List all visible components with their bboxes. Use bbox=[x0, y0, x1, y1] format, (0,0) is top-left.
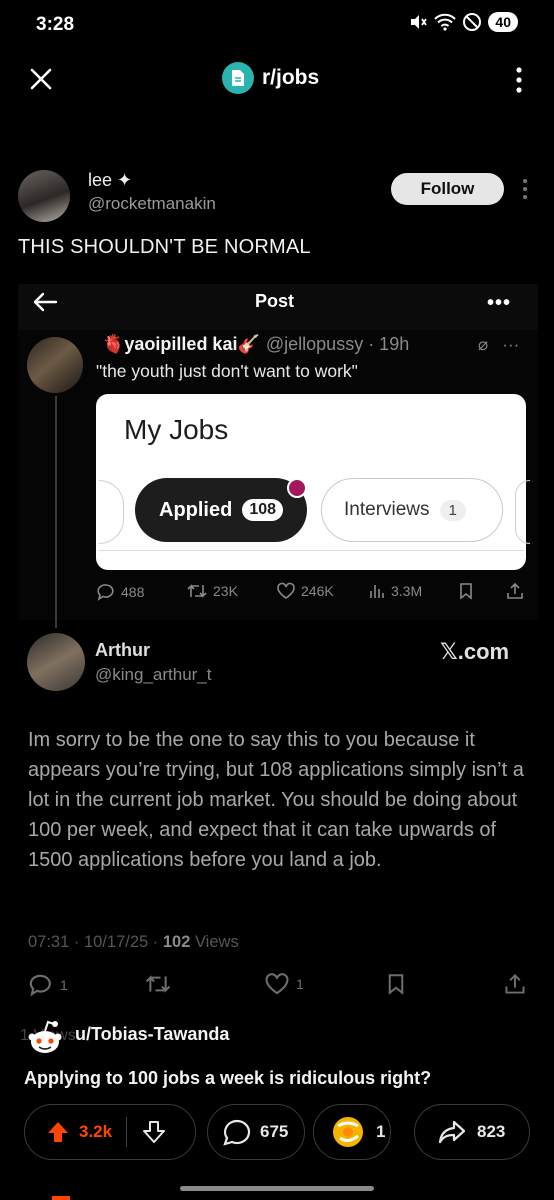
original-share bbox=[506, 582, 524, 600]
downvote-icon[interactable] bbox=[141, 1119, 167, 1145]
subreddit-header[interactable]: r/jobs bbox=[222, 62, 319, 94]
share-icon bbox=[507, 582, 523, 599]
avatar bbox=[27, 633, 85, 691]
gesture-nav-handle[interactable] bbox=[180, 1186, 374, 1191]
chip-applied-label: Applied bbox=[159, 498, 233, 521]
repost-icon bbox=[187, 584, 207, 598]
reply-reposts bbox=[144, 972, 172, 996]
original-author-handle-time: @jellopussy · 19h bbox=[265, 334, 410, 354]
post-more-icon: ••• bbox=[487, 292, 512, 314]
reply-text: Im sorry to be the one to say this to yo… bbox=[28, 729, 524, 871]
award-count: 1 bbox=[376, 1122, 386, 1141]
original-reposts: 23K bbox=[186, 582, 238, 600]
mute-vibrate-icon bbox=[411, 15, 428, 29]
reply-icon bbox=[29, 974, 51, 997]
back-arrow-icon bbox=[33, 292, 58, 312]
chip-partial-right bbox=[515, 480, 530, 544]
comments-button[interactable]: 675 bbox=[207, 1104, 305, 1160]
avatar[interactable] bbox=[18, 170, 70, 222]
comment-icon bbox=[223, 1119, 251, 1146]
upvote-icon[interactable] bbox=[45, 1119, 71, 1145]
bookmark-icon bbox=[460, 583, 472, 600]
close-icon[interactable] bbox=[26, 64, 56, 94]
thread-line bbox=[55, 396, 57, 628]
views-icon bbox=[370, 585, 384, 598]
share-icon bbox=[505, 974, 525, 994]
original-bookmark bbox=[458, 582, 474, 600]
more-icon: ··· bbox=[502, 335, 520, 354]
post-header-title: Post bbox=[255, 291, 295, 311]
reply-bookmark bbox=[386, 972, 406, 996]
notification-dot bbox=[287, 478, 307, 498]
comment-count: 675 bbox=[260, 1122, 289, 1141]
chip-applied: Applied 108 bbox=[135, 478, 307, 542]
wifi-icon bbox=[434, 13, 457, 31]
subreddit-name: r/jobs bbox=[262, 66, 320, 89]
tweet-author-name: lee ✦ bbox=[88, 170, 133, 190]
share-arrow-icon bbox=[438, 1120, 466, 1144]
original-post-icons: ⌀ ··· bbox=[478, 335, 519, 355]
original-views: 3.3M bbox=[368, 582, 422, 600]
tweet-author-handle: @rocketmanakin bbox=[88, 194, 216, 213]
reply-share bbox=[504, 972, 526, 996]
share-count: 823 bbox=[477, 1122, 506, 1141]
award-button[interactable]: 1 bbox=[313, 1104, 391, 1160]
reply-replies: 1 bbox=[28, 972, 68, 998]
do-not-disturb-icon bbox=[463, 13, 482, 31]
share-button[interactable]: 823 bbox=[414, 1104, 530, 1160]
follow-button[interactable]: Follow bbox=[391, 173, 504, 205]
original-post-text: "the youth just don't want to work" bbox=[96, 361, 358, 381]
reddit-avatar-icon[interactable] bbox=[24, 1016, 66, 1058]
bookmark-icon bbox=[388, 974, 404, 995]
tweet-text: THIS SHOULDN'T BE NORMAL bbox=[18, 236, 311, 258]
chip-applied-count: 108 bbox=[242, 499, 284, 521]
reply-meta: 07:31 · 10/17/25 · 102 Views bbox=[28, 933, 239, 951]
card-divider bbox=[98, 550, 524, 551]
status-icons: 40 bbox=[408, 12, 518, 32]
status-time: 3:28 bbox=[36, 14, 75, 35]
avatar bbox=[27, 337, 83, 393]
repost-icon bbox=[145, 975, 171, 993]
sparkle-icon: ✦ bbox=[117, 170, 133, 190]
reply-author-handle: @king_arthur_t bbox=[95, 665, 212, 684]
more-vertical-icon[interactable] bbox=[522, 178, 528, 200]
chip-interviews: Interviews 1 bbox=[321, 478, 503, 542]
next-post-peek bbox=[52, 1196, 70, 1200]
reddit-username[interactable]: u/Tobias-Tawanda bbox=[75, 1024, 229, 1045]
reply-likes: 1 bbox=[264, 972, 304, 996]
original-author-name: 🫀yaoipilled kai🎸 bbox=[102, 334, 260, 354]
vote-divider bbox=[126, 1117, 128, 1147]
card-title: My Jobs bbox=[124, 414, 229, 445]
grok-icon: ⌀ bbox=[478, 335, 489, 354]
original-post-header: 🫀yaoipilled kai🎸 @jellopussy · 19h bbox=[102, 334, 409, 355]
x-watermark: 𝕏.com bbox=[440, 639, 510, 664]
reply-author-name: Arthur bbox=[95, 640, 150, 660]
battery-indicator: 40 bbox=[488, 12, 518, 32]
reply-icon bbox=[97, 584, 114, 601]
original-replies: 488 bbox=[96, 582, 144, 602]
like-icon bbox=[277, 582, 295, 599]
subreddit-icon bbox=[222, 62, 254, 94]
vote-pill: 3.2k bbox=[24, 1104, 196, 1160]
more-options-icon[interactable] bbox=[514, 66, 524, 94]
award-icon bbox=[333, 1117, 363, 1147]
chip-interviews-label: Interviews bbox=[344, 499, 430, 520]
reddit-post-title[interactable]: Applying to 100 jobs a week is ridiculou… bbox=[24, 1068, 431, 1089]
chip-interviews-count: 1 bbox=[439, 499, 466, 521]
like-icon bbox=[265, 973, 289, 995]
original-likes: 246K bbox=[276, 582, 334, 600]
upvote-count: 3.2k bbox=[79, 1122, 113, 1141]
